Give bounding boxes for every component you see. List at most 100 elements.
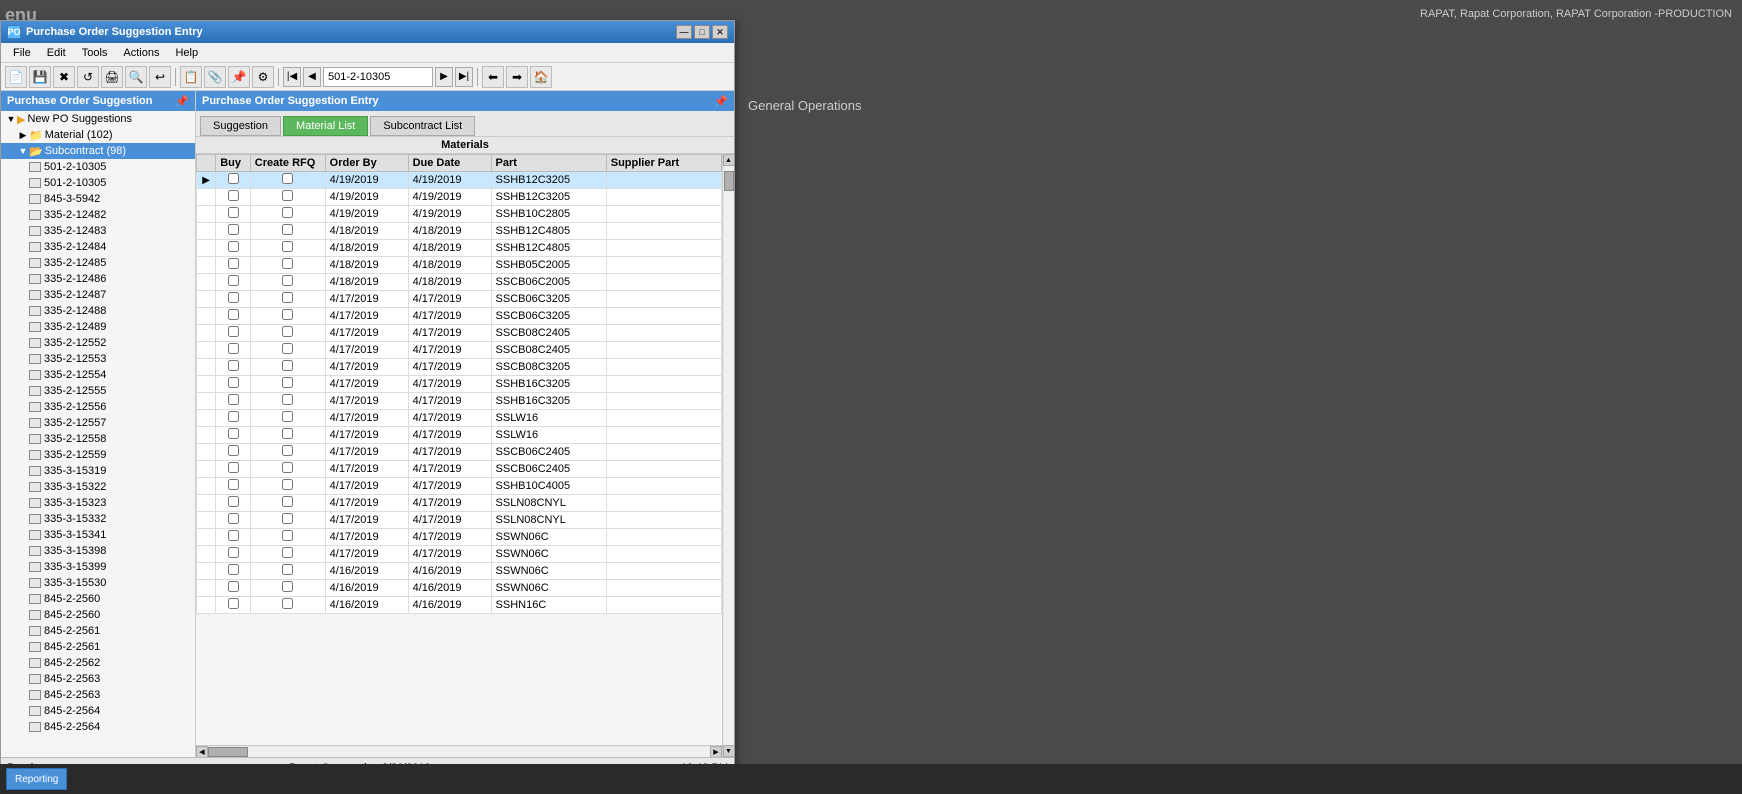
buy-checkbox-cell[interactable] (216, 342, 251, 359)
rfq-checkbox[interactable] (282, 343, 293, 354)
rfq-checkbox[interactable] (282, 326, 293, 337)
rfq-checkbox-cell[interactable] (250, 257, 325, 274)
menu-actions[interactable]: Actions (115, 45, 167, 61)
table-row[interactable]: 4/17/2019 4/17/2019 SSLW16 (197, 410, 722, 427)
tree-list-item[interactable]: 335-3-15399 (1, 559, 195, 575)
rfq-checkbox-cell[interactable] (250, 427, 325, 444)
buy-checkbox[interactable] (228, 258, 239, 269)
buy-checkbox[interactable] (228, 173, 239, 184)
h-scroll-track[interactable] (208, 747, 710, 757)
buy-checkbox[interactable] (228, 343, 239, 354)
buy-checkbox-cell[interactable] (216, 189, 251, 206)
h-scroll-right[interactable]: ▶ (710, 746, 722, 758)
tree-list-item[interactable]: 335-2-12559 (1, 447, 195, 463)
record-id-input[interactable] (323, 67, 433, 87)
toolbar-home-btn[interactable]: 🏠 (530, 66, 552, 88)
tree-item-material[interactable]: ▶ 📁 Material (102) (1, 127, 195, 143)
close-button[interactable]: ✕ (712, 25, 728, 39)
table-row[interactable]: 4/17/2019 4/17/2019 SSWN06C (197, 546, 722, 563)
tree-list-item[interactable]: 335-2-12488 (1, 303, 195, 319)
table-row[interactable]: 4/16/2019 4/16/2019 SSWN06C (197, 580, 722, 597)
tree-list-item[interactable]: 501-2-10305 (1, 159, 195, 175)
rfq-checkbox[interactable] (282, 292, 293, 303)
tab-material-list[interactable]: Material List (283, 116, 368, 136)
toolbar-new-btn[interactable]: 📄 (5, 66, 27, 88)
tree-list-item[interactable]: 335-3-15398 (1, 543, 195, 559)
rfq-checkbox-cell[interactable] (250, 478, 325, 495)
rfq-checkbox-cell[interactable] (250, 172, 325, 189)
rfq-checkbox-cell[interactable] (250, 444, 325, 461)
tree-list-item[interactable]: 335-2-12484 (1, 239, 195, 255)
rfq-checkbox-cell[interactable] (250, 495, 325, 512)
tree-list-item[interactable]: 845-2-2560 (1, 591, 195, 607)
toolbar-search-btn[interactable]: 🔍 (125, 66, 147, 88)
buy-checkbox-cell[interactable] (216, 580, 251, 597)
rfq-checkbox[interactable] (282, 428, 293, 439)
table-row[interactable]: 4/19/2019 4/19/2019 SSHB12C3205 (197, 189, 722, 206)
tree-list-item[interactable]: 335-2-12558 (1, 431, 195, 447)
v-scrollbar[interactable]: ▲ ▼ (722, 154, 734, 757)
rfq-checkbox[interactable] (282, 445, 293, 456)
buy-checkbox[interactable] (228, 394, 239, 405)
toolbar-undo-btn[interactable]: ↩ (149, 66, 171, 88)
minimize-button[interactable]: — (676, 25, 692, 39)
buy-checkbox[interactable] (228, 581, 239, 592)
tree-list-item[interactable]: 845-2-2564 (1, 719, 195, 735)
table-row[interactable]: 4/17/2019 4/17/2019 SSCB08C2405 (197, 342, 722, 359)
toolbar-prev-btn[interactable]: ◀ (303, 67, 321, 87)
rfq-checkbox-cell[interactable] (250, 291, 325, 308)
rfq-checkbox[interactable] (282, 530, 293, 541)
tree-list-item[interactable]: 335-3-15341 (1, 527, 195, 543)
buy-checkbox-cell[interactable] (216, 291, 251, 308)
rfq-checkbox[interactable] (282, 564, 293, 575)
toolbar-back-btn[interactable]: ⬅ (482, 66, 504, 88)
buy-checkbox[interactable] (228, 326, 239, 337)
toolbar-save-btn[interactable]: 💾 (29, 66, 51, 88)
buy-checkbox[interactable] (228, 207, 239, 218)
buy-checkbox-cell[interactable] (216, 529, 251, 546)
table-row[interactable]: 4/16/2019 4/16/2019 SSHN16C (197, 597, 722, 614)
table-row[interactable]: 4/17/2019 4/17/2019 SSHB10C4005 (197, 478, 722, 495)
toolbar-forward-btn[interactable]: ➡ (506, 66, 528, 88)
buy-checkbox-cell[interactable] (216, 274, 251, 291)
table-row[interactable]: 4/17/2019 4/17/2019 SSLW16 (197, 427, 722, 444)
tree-list-item[interactable]: 845-3-5942 (1, 191, 195, 207)
buy-checkbox[interactable] (228, 360, 239, 371)
rfq-checkbox[interactable] (282, 275, 293, 286)
rfq-checkbox[interactable] (282, 190, 293, 201)
tree-list-item[interactable]: 845-2-2563 (1, 671, 195, 687)
menu-file[interactable]: File (5, 45, 39, 61)
tree-item-subcontract[interactable]: ▼ 📂 Subcontract (98) (1, 143, 195, 159)
buy-checkbox-cell[interactable] (216, 461, 251, 478)
h-scroll-left[interactable]: ◀ (196, 746, 208, 758)
table-row[interactable]: 4/17/2019 4/17/2019 SSHB16C3205 (197, 393, 722, 410)
maximize-button[interactable]: □ (694, 25, 710, 39)
left-panel-pin[interactable]: 📌 (175, 95, 189, 108)
rfq-checkbox-cell[interactable] (250, 393, 325, 410)
buy-checkbox-cell[interactable] (216, 427, 251, 444)
tree-list-item[interactable]: 335-2-12557 (1, 415, 195, 431)
table-row[interactable]: ▶ 4/19/2019 4/19/2019 SSHB12C3205 (197, 172, 722, 189)
buy-checkbox[interactable] (228, 496, 239, 507)
table-row[interactable]: 4/17/2019 4/17/2019 SSCB06C3205 (197, 291, 722, 308)
menu-edit[interactable]: Edit (39, 45, 74, 61)
buy-checkbox[interactable] (228, 275, 239, 286)
rfq-checkbox-cell[interactable] (250, 546, 325, 563)
table-row[interactable]: 4/17/2019 4/17/2019 SSCB06C2405 (197, 444, 722, 461)
tree-list-item[interactable]: 845-2-2562 (1, 655, 195, 671)
buy-checkbox[interactable] (228, 292, 239, 303)
v-scroll-thumb[interactable] (724, 171, 734, 191)
rfq-checkbox[interactable] (282, 207, 293, 218)
rfq-checkbox-cell[interactable] (250, 512, 325, 529)
rfq-checkbox[interactable] (282, 581, 293, 592)
buy-checkbox[interactable] (228, 309, 239, 320)
tree-list-item[interactable]: 335-3-15530 (1, 575, 195, 591)
buy-checkbox-cell[interactable] (216, 257, 251, 274)
tree-list-item[interactable]: 335-3-15319 (1, 463, 195, 479)
table-row[interactable]: 4/19/2019 4/19/2019 SSHB10C2805 (197, 206, 722, 223)
rfq-checkbox[interactable] (282, 547, 293, 558)
rfq-checkbox[interactable] (282, 224, 293, 235)
buy-checkbox-cell[interactable] (216, 325, 251, 342)
toolbar-print-btn[interactable]: 🖨 (101, 66, 123, 88)
tree-list-item[interactable]: 335-2-12482 (1, 207, 195, 223)
